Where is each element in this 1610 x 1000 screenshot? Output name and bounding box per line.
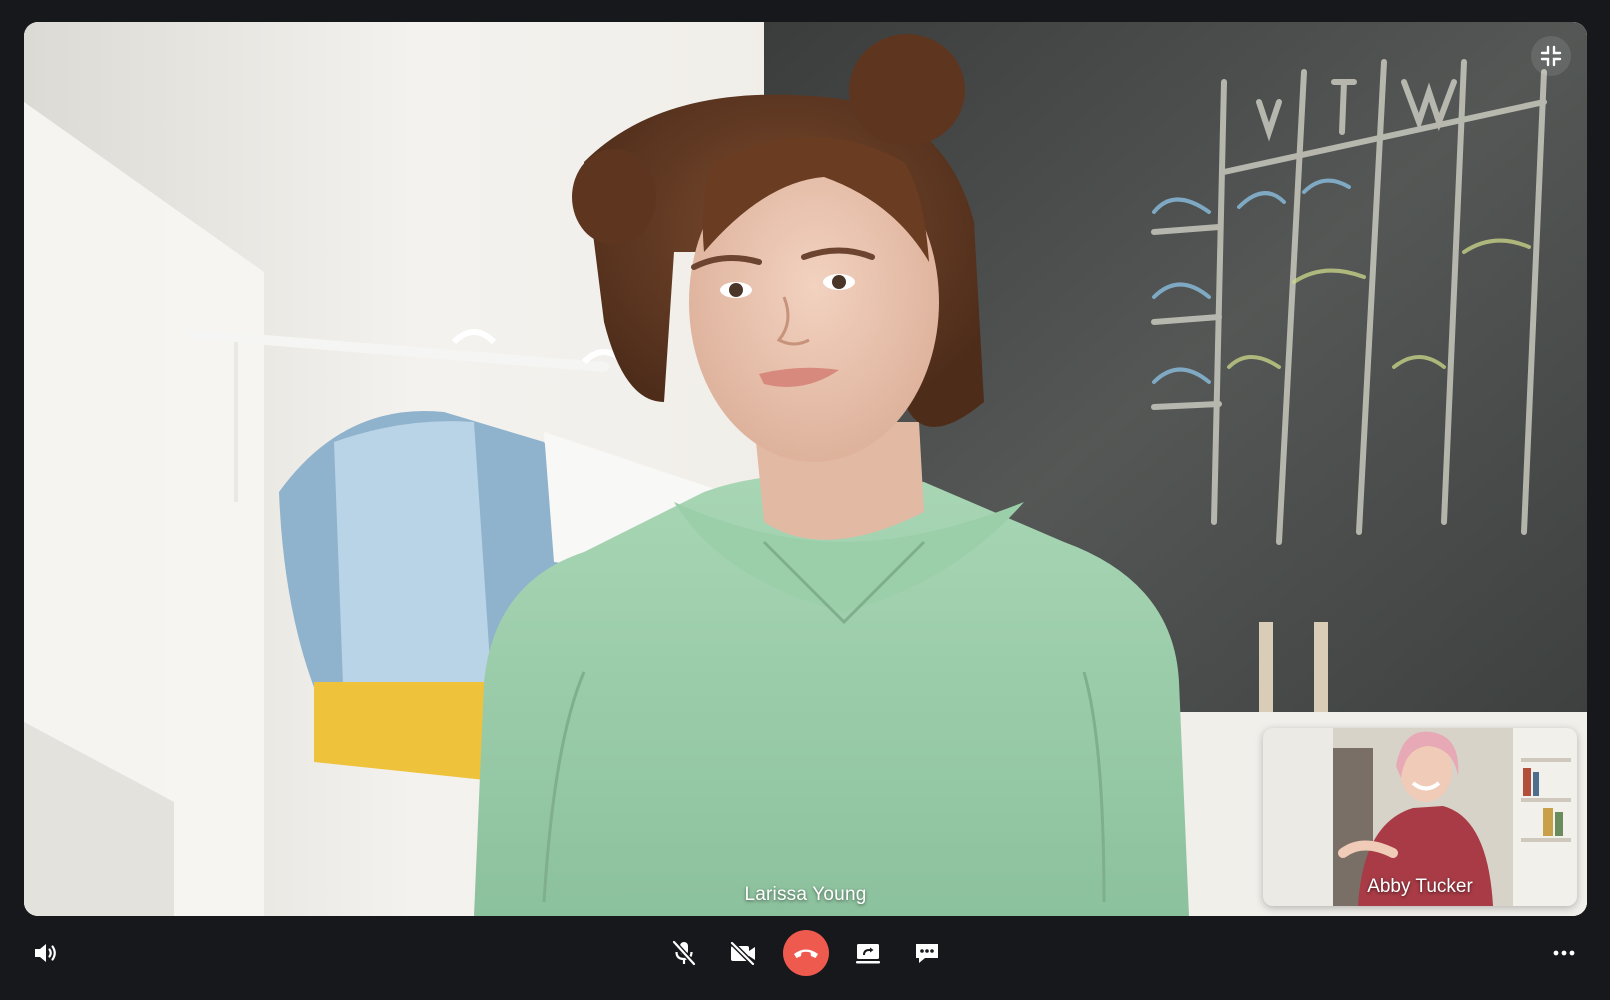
mute-microphone-button[interactable] [662,931,706,975]
camera-toggle-button[interactable] [721,931,765,975]
end-call-icon [794,949,818,958]
collapse-icon [1540,45,1562,67]
more-icon [1553,950,1575,956]
camera-off-icon [730,941,755,965]
end-call-button[interactable] [783,930,829,976]
share-screen-icon [856,944,880,964]
main-video-feed: Larissa Young Abby Tucker [24,22,1587,916]
share-screen-button[interactable] [846,931,890,975]
speaker-icon [35,944,56,962]
self-view-name: Abby Tucker [1367,876,1473,897]
speaker-button[interactable] [24,931,68,975]
self-view-video[interactable]: Abby Tucker [1263,728,1577,906]
more-options-button[interactable] [1542,931,1586,975]
chat-button[interactable] [905,931,949,975]
video-call-window: Larissa Young Abby Tucker [0,0,1610,1000]
chat-icon [916,944,938,963]
call-controls-bar [0,916,1610,1000]
collapse-button[interactable] [1531,36,1571,76]
mic-off-icon [672,940,696,966]
